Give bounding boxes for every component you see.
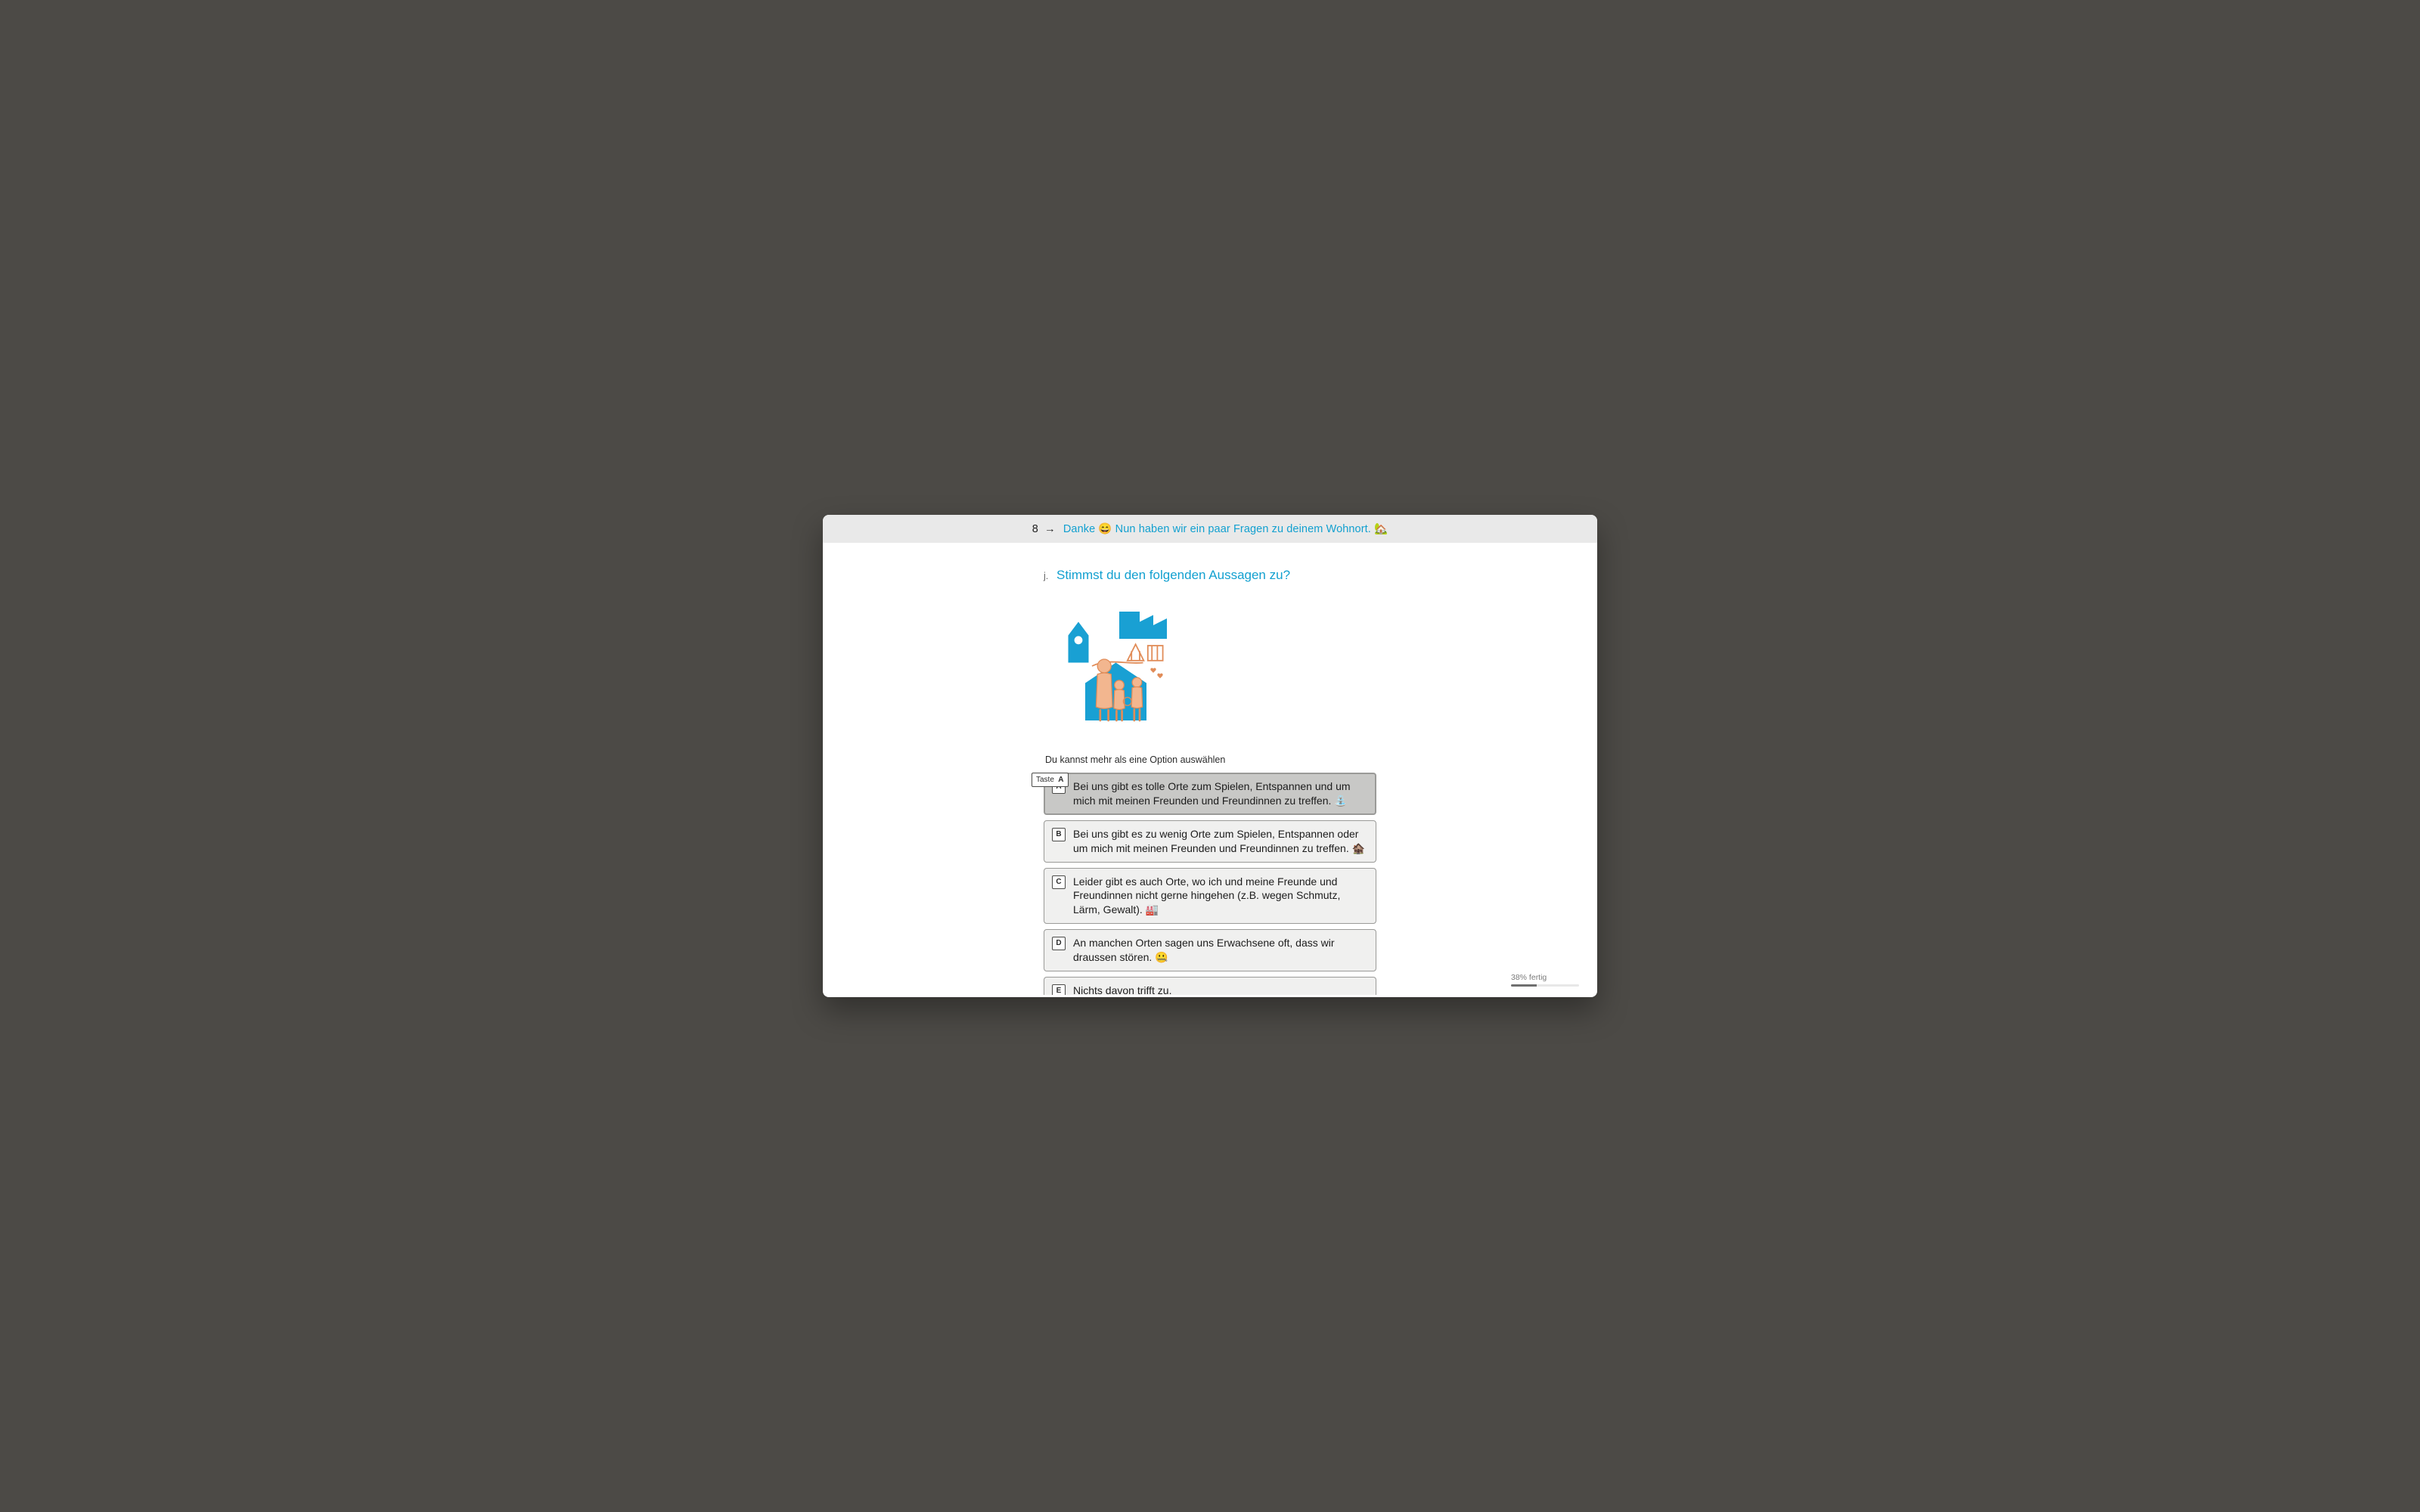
option-label: An manchen Orten sagen uns Erwachsene of…: [1073, 936, 1367, 965]
progress-label: 38% fertig: [1511, 973, 1547, 982]
option-key-badge: E: [1052, 984, 1066, 995]
option-b[interactable]: B Bei uns gibt es zu wenig Orte zum Spiel…: [1044, 820, 1376, 863]
keyboard-hint-key: A: [1057, 775, 1065, 785]
option-e[interactable]: E Nichts davon trifft zu.: [1044, 977, 1376, 995]
multi-select-instruction: Du kannst mehr als eine Option auswählen: [1045, 754, 1376, 765]
arrow-right-icon: →: [1044, 523, 1056, 535]
question-title: j. Stimmst du den folgenden Aussagen zu?: [1044, 567, 1376, 584]
option-label: Leider gibt es auch Orte, wo ich und mei…: [1073, 875, 1367, 918]
option-d[interactable]: D An manchen Orten sagen uns Erwachsene o…: [1044, 929, 1376, 971]
question-marker: j.: [1044, 571, 1048, 581]
section-title: Danke 😄 Nun haben wir ein paar Fragen zu…: [1063, 523, 1388, 535]
keyboard-hint: TasteA: [1032, 773, 1069, 788]
question-title-text: Stimmst du den folgenden Aussagen zu?: [1056, 568, 1290, 582]
option-a[interactable]: A Bei uns gibt es tolle Orte zum Spielen,…: [1044, 773, 1376, 815]
keyboard-hint-word: Taste: [1036, 775, 1054, 785]
option-key-badge: B: [1052, 828, 1066, 841]
survey-card: 8 → Danke 😄 Nun haben wir ein paar Frage…: [823, 515, 1597, 997]
progress-indicator: 38% fertig: [1511, 973, 1579, 987]
option-key-badge: D: [1052, 937, 1066, 950]
question-column: j. Stimmst du den folgenden Aussagen zu?: [1044, 561, 1376, 950]
options-list: A Bei uns gibt es tolle Orte zum Spielen,…: [1044, 773, 1376, 995]
section-banner: 8 → Danke 😄 Nun haben wir ein paar Frage…: [823, 515, 1597, 543]
neighborhood-illustration-icon: [1051, 598, 1187, 734]
option-c[interactable]: C Leider gibt es auch Orte, wo ich und me…: [1044, 868, 1376, 925]
option-key-badge: C: [1052, 875, 1066, 889]
option-label: Nichts davon trifft zu.: [1073, 984, 1367, 995]
option-label: Bei uns gibt es tolle Orte zum Spielen, …: [1073, 779, 1367, 808]
option-label: Bei uns gibt es zu wenig Orte zum Spiele…: [1073, 827, 1367, 856]
content-area: j. Stimmst du den folgenden Aussagen zu?: [823, 543, 1597, 995]
progress-bar: [1511, 984, 1579, 987]
section-number: 8: [1032, 523, 1038, 535]
progress-fill: [1511, 984, 1537, 987]
